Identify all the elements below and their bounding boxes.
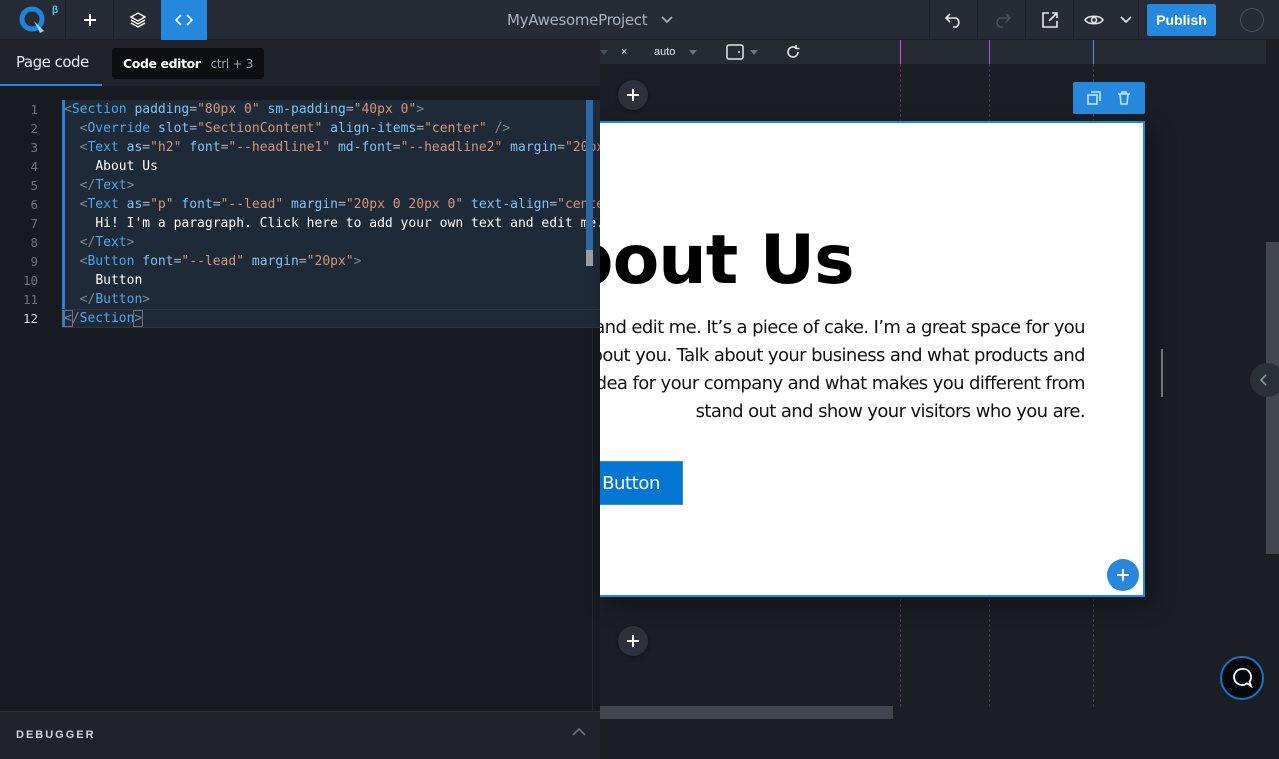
code-line: <Button font="--lead" margin="20px"> <box>79 254 362 269</box>
avatar[interactable] <box>1240 8 1264 32</box>
breakpoint-marker <box>900 40 901 64</box>
undo-button[interactable] <box>930 0 977 40</box>
width-select[interactable]: auto <box>654 40 698 64</box>
chevron-up-icon[interactable] <box>572 727 586 736</box>
breakpoint-marker <box>989 40 990 64</box>
code-panel: Page code Code editor ctrl + 3 1 <Sectio… <box>0 40 612 759</box>
layers-button[interactable] <box>114 0 161 40</box>
preview-button-element[interactable]: Button <box>600 461 683 505</box>
logo-button[interactable]: β <box>0 0 65 40</box>
preview-paragraph[interactable]: t and edit me. It’s a piece of cake. I’m… <box>600 314 1086 426</box>
code-line: About Us <box>95 159 158 174</box>
canvas-vertical-scrollbar-thumb[interactable] <box>1266 242 1279 554</box>
code-scrollbar-thumb[interactable] <box>586 250 593 266</box>
section-actions <box>1073 82 1145 114</box>
line-number: 1 <box>30 102 38 117</box>
line-number: 9 <box>30 254 38 269</box>
beta-badge: β <box>52 5 59 16</box>
resize-handle[interactable] <box>1161 349 1163 397</box>
code-line: </Button> <box>79 292 151 307</box>
line-number: 7 <box>30 216 38 231</box>
layers-icon <box>129 12 146 28</box>
chevron-down-icon <box>661 16 673 24</box>
canvas-horizontal-scrollbar[interactable] <box>600 706 893 719</box>
top-bar: β MyAwesomeProject Publish <box>0 0 1279 40</box>
chevron-left-icon <box>1259 374 1267 386</box>
code-line: </Text> <box>79 178 135 193</box>
project-selector[interactable]: MyAwesomeProject <box>507 0 673 40</box>
publish-button[interactable]: Publish <box>1147 4 1216 36</box>
refresh-icon <box>787 45 800 58</box>
line-number: 2 <box>30 121 38 136</box>
redo-icon <box>995 13 1011 28</box>
eye-icon <box>1084 15 1104 25</box>
code-line: <Text as="p" font="--lead" margin="20px … <box>79 197 612 212</box>
reload-button[interactable] <box>785 40 801 64</box>
chevron-down-icon <box>1120 16 1132 24</box>
line-number: 8 <box>30 235 38 250</box>
plus-icon <box>627 635 639 647</box>
plus-icon <box>1117 569 1129 581</box>
preview-heading[interactable]: about Us <box>600 221 855 300</box>
code-line: </Section> <box>63 310 144 327</box>
support-chat-button[interactable] <box>1220 656 1264 700</box>
tooltip-shortcut: ctrl + 3 <box>210 56 254 71</box>
line-number: 4 <box>30 159 38 174</box>
add-section-above-button[interactable] <box>618 80 648 110</box>
code-line: <Text as="h2" font="--headline1" md-font… <box>79 140 605 155</box>
add-element-button[interactable] <box>1107 559 1139 591</box>
redo-button[interactable] <box>978 0 1025 40</box>
line-number: 3 <box>30 140 38 155</box>
breakpoint-marker <box>1093 40 1094 64</box>
line-number: 5 <box>30 178 38 193</box>
logo-icon <box>19 6 44 33</box>
project-name: MyAwesomeProject <box>507 11 648 29</box>
plus-icon <box>627 89 639 101</box>
code-editor-button[interactable] <box>161 0 207 40</box>
code-line: <Section padding="80px 0" sm-padding="40… <box>64 102 425 117</box>
code-line: </Text> <box>79 235 135 250</box>
code-editor[interactable]: 1 <Section padding="80px 0" sm-padding="… <box>0 100 612 330</box>
tooltip-title: Code editor <box>123 56 201 71</box>
selected-section[interactable]: about Us t and edit me. It’s a piece of … <box>600 121 1145 597</box>
code-icon <box>175 14 193 26</box>
device-frame-icon <box>726 44 744 60</box>
code-editor-tooltip: Code editor ctrl + 3 <box>112 48 265 79</box>
device-select[interactable] <box>726 40 758 64</box>
undo-icon <box>944 13 960 28</box>
code-line: Button <box>95 273 143 288</box>
code-line: <Override slot="SectionContent" align-it… <box>79 121 511 136</box>
add-section-below-button[interactable] <box>618 626 648 656</box>
canvas-toolbar: × auto <box>600 40 1266 64</box>
trash-icon[interactable] <box>1117 91 1131 105</box>
line-number: 10 <box>22 273 38 288</box>
line-number: 11 <box>22 292 38 307</box>
debugger-panel[interactable]: DEBUGGER <box>0 711 600 759</box>
size-dropdown[interactable] <box>600 40 608 64</box>
code-scrollbar[interactable] <box>586 100 593 258</box>
width-value: auto <box>654 46 676 58</box>
expand-right-panel-button[interactable] <box>1250 363 1279 397</box>
debugger-label: DEBUGGER <box>16 729 96 741</box>
line-number: 6 <box>30 197 38 212</box>
preview-button[interactable] <box>1074 0 1114 40</box>
duplicate-icon[interactable] <box>1087 91 1101 105</box>
code-panel-header: Page code Code editor ctrl + 3 <box>0 40 600 86</box>
chat-bubble-icon <box>1233 668 1253 689</box>
add-button[interactable] <box>66 0 113 40</box>
code-line: Hi! I'm a paragraph. Click here to add y… <box>95 216 605 231</box>
close-size-button[interactable]: × <box>621 40 627 64</box>
open-preview-button[interactable] <box>1026 0 1073 40</box>
preview-dropdown-button[interactable] <box>1114 0 1138 40</box>
tab-page-code[interactable]: Page code <box>0 40 102 86</box>
plus-icon <box>83 14 96 26</box>
external-link-icon <box>1041 12 1058 28</box>
line-number: 12 <box>22 311 38 326</box>
